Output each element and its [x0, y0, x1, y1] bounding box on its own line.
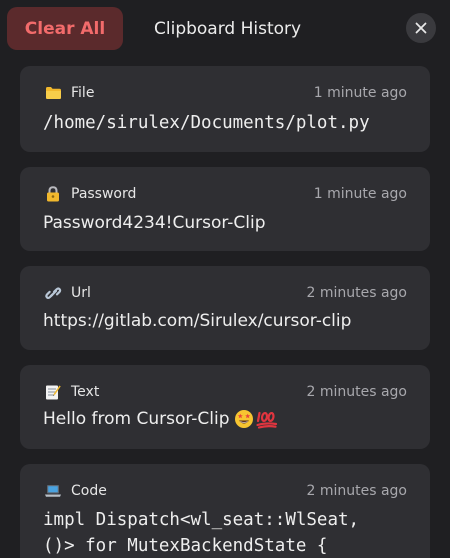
card-header: Text 2 minutes ago: [43, 382, 407, 402]
item-content: impl Dispatch<wl_seat::WlSeat, ()> for M…: [43, 510, 360, 556]
item-timestamp: 2 minutes ago: [306, 285, 407, 301]
item-content: https://gitlab.com/Sirulex/cursor-clip: [43, 311, 352, 331]
item-timestamp: 2 minutes ago: [306, 483, 407, 499]
item-type-label: Code: [71, 483, 107, 499]
clipboard-item-code[interactable]: Code 2 minutes ago impl Dispatch<wl_seat…: [20, 464, 430, 558]
laptop-icon: [43, 482, 63, 500]
clear-all-button[interactable]: Clear All: [7, 7, 123, 50]
item-content: /home/sirulex/Documents/plot.py: [43, 113, 370, 133]
hundred-points-emoji: [255, 409, 278, 429]
clipboard-item-password[interactable]: Password 1 minute ago Password4234!Curso…: [20, 167, 430, 251]
item-content-row: Hello from Cursor-Clip: [43, 409, 278, 429]
clipboard-history-window: Clear All Clipboard History File 1 minut…: [0, 0, 450, 558]
window-title: Clipboard History: [154, 19, 302, 39]
item-type-label: Password: [71, 186, 137, 202]
item-type-label: Text: [71, 384, 100, 400]
card-header: File 1 minute ago: [43, 83, 407, 103]
item-timestamp: 1 minute ago: [313, 85, 407, 101]
close-button[interactable]: [406, 13, 436, 43]
item-type-label: Url: [71, 285, 91, 301]
memo-icon: [43, 383, 63, 401]
item-timestamp: 1 minute ago: [313, 186, 407, 202]
card-header: Url 2 minutes ago: [43, 283, 407, 303]
clipboard-item-url[interactable]: Url 2 minutes ago https://gitlab.com/Sir…: [20, 266, 430, 350]
link-icon: [43, 284, 63, 302]
clipboard-item-file[interactable]: File 1 minute ago /home/sirulex/Document…: [20, 66, 430, 152]
card-header: Code 2 minutes ago: [43, 481, 407, 501]
lock-icon: [43, 185, 63, 203]
folder-icon: [43, 84, 63, 102]
item-timestamp: 2 minutes ago: [306, 384, 407, 400]
header: Clear All Clipboard History: [0, 0, 450, 58]
card-header: Password 1 minute ago: [43, 184, 407, 204]
item-content: Password4234!Cursor-Clip: [43, 213, 266, 233]
item-type-label: File: [71, 85, 95, 101]
close-icon: [415, 22, 427, 34]
star-struck-emoji: [234, 409, 254, 429]
clipboard-item-text[interactable]: Text 2 minutes ago Hello from Cursor-Cli…: [20, 365, 430, 449]
item-content: Hello from Cursor-Clip: [43, 409, 230, 429]
